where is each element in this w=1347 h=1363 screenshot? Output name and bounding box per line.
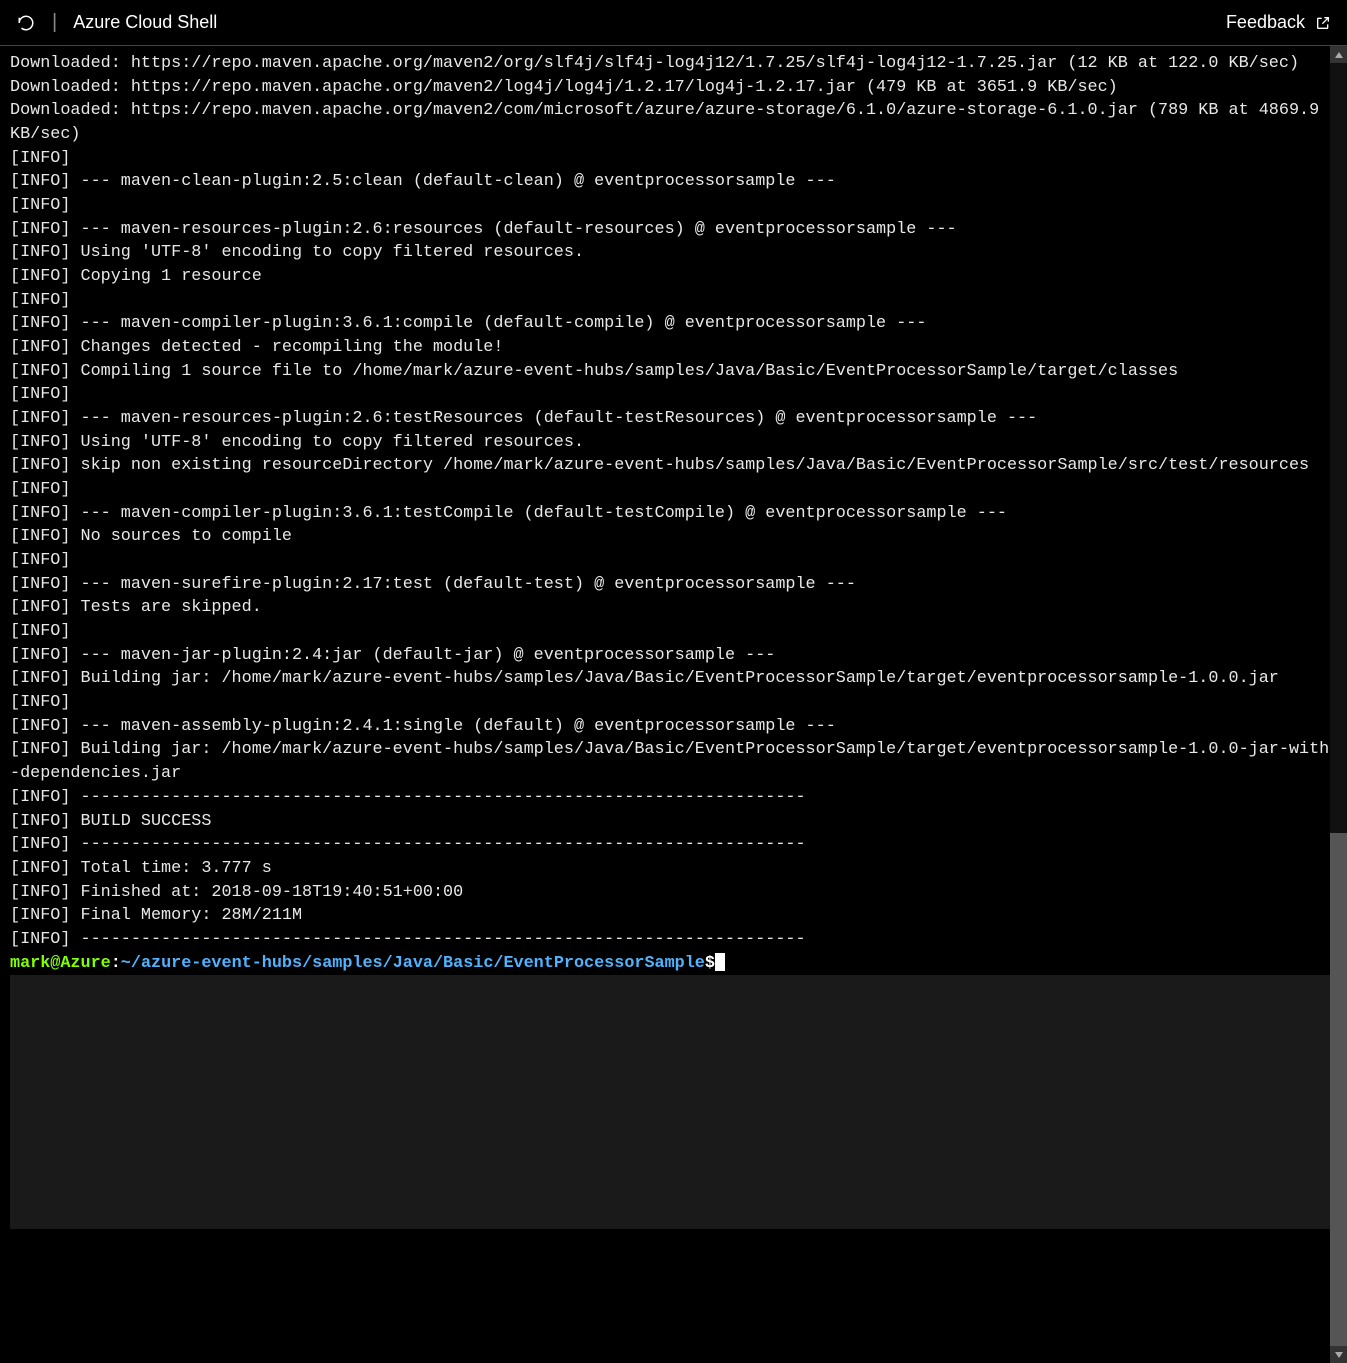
external-link-icon[interactable] [1315, 15, 1331, 31]
cursor [715, 953, 725, 971]
terminal-line: Downloaded: https://repo.maven.apache.or… [10, 76, 1337, 100]
terminal-line: [INFO] [10, 691, 1337, 715]
terminal-line: [INFO] Changes detected - recompiling th… [10, 336, 1337, 360]
terminal-line: Downloaded: https://repo.maven.apache.or… [10, 99, 1337, 146]
terminal-line: [INFO] [10, 478, 1337, 502]
cloud-shell-header: | Azure Cloud Shell Feedback [0, 0, 1347, 46]
terminal-line: [INFO] --- maven-compiler-plugin:3.6.1:c… [10, 312, 1337, 336]
header-divider: | [52, 11, 57, 34]
header-title: Azure Cloud Shell [73, 12, 217, 33]
terminal-line: [INFO] Compiling 1 source file to /home/… [10, 360, 1337, 384]
terminal-line: [INFO] skip non existing resourceDirecto… [10, 454, 1337, 478]
terminal-area: Downloaded: https://repo.maven.apache.or… [0, 46, 1347, 1363]
terminal-line: [INFO] Finished at: 2018-09-18T19:40:51+… [10, 881, 1337, 905]
terminal-line: [INFO] --- maven-compiler-plugin:3.6.1:t… [10, 502, 1337, 526]
terminal-line: [INFO] Final Memory: 28M/211M [10, 904, 1337, 928]
refresh-icon[interactable] [16, 13, 36, 33]
scroll-up-button[interactable] [1330, 46, 1347, 63]
terminal-line: [INFO] ---------------------------------… [10, 928, 1337, 952]
terminal-output[interactable]: Downloaded: https://repo.maven.apache.or… [0, 46, 1347, 1363]
terminal-line: [INFO] --- maven-resources-plugin:2.6:re… [10, 218, 1337, 242]
terminal-line: [INFO] --- maven-surefire-plugin:2.17:te… [10, 573, 1337, 597]
terminal-line: Downloaded: https://repo.maven.apache.or… [10, 52, 1337, 76]
prompt-path: ~/azure-event-hubs/samples/Java/Basic/Ev… [121, 954, 705, 973]
terminal-line: [INFO] BUILD SUCCESS [10, 810, 1337, 834]
terminal-line: [INFO] [10, 620, 1337, 644]
terminal-line: [INFO] ---------------------------------… [10, 786, 1337, 810]
terminal-line: [INFO] --- maven-jar-plugin:2.4:jar (def… [10, 644, 1337, 668]
terminal-line: [INFO] Tests are skipped. [10, 596, 1337, 620]
prompt-user-host: mark@Azure [10, 954, 111, 973]
scroll-down-button[interactable] [1330, 1346, 1347, 1363]
terminal-line: [INFO] Copying 1 resource [10, 265, 1337, 289]
header-right: Feedback [1226, 12, 1331, 33]
terminal-line: [INFO] [10, 289, 1337, 313]
terminal-line: [INFO] ---------------------------------… [10, 833, 1337, 857]
terminal-line: [INFO] --- maven-resources-plugin:2.6:te… [10, 407, 1337, 431]
terminal-line: [INFO] Building jar: /home/mark/azure-ev… [10, 667, 1337, 691]
terminal-line: [INFO] --- maven-clean-plugin:2.5:clean … [10, 170, 1337, 194]
terminal-line: [INFO] Building jar: /home/mark/azure-ev… [10, 738, 1337, 785]
scrollbar-track[interactable] [1330, 63, 1347, 1346]
header-left: | Azure Cloud Shell [16, 11, 217, 34]
terminal-line: [INFO] Total time: 3.777 s [10, 857, 1337, 881]
terminal-line: [INFO] [10, 383, 1337, 407]
terminal-line: [INFO] [10, 194, 1337, 218]
terminal-prompt[interactable]: mark@Azure:~/azure-event-hubs/samples/Ja… [10, 952, 1337, 976]
terminal-line: [INFO] No sources to compile [10, 525, 1337, 549]
prompt-colon: : [111, 954, 121, 973]
prompt-symbol: $ [705, 954, 715, 973]
feedback-link[interactable]: Feedback [1226, 12, 1305, 33]
terminal-empty-area [10, 975, 1337, 1229]
terminal-line: [INFO] --- maven-assembly-plugin:2.4.1:s… [10, 715, 1337, 739]
scrollbar-thumb[interactable] [1330, 833, 1347, 1346]
terminal-line: [INFO] [10, 549, 1337, 573]
scrollbar[interactable] [1330, 46, 1347, 1363]
terminal-line: [INFO] Using 'UTF-8' encoding to copy fi… [10, 431, 1337, 455]
terminal-line: [INFO] Using 'UTF-8' encoding to copy fi… [10, 241, 1337, 265]
terminal-line: [INFO] [10, 147, 1337, 171]
